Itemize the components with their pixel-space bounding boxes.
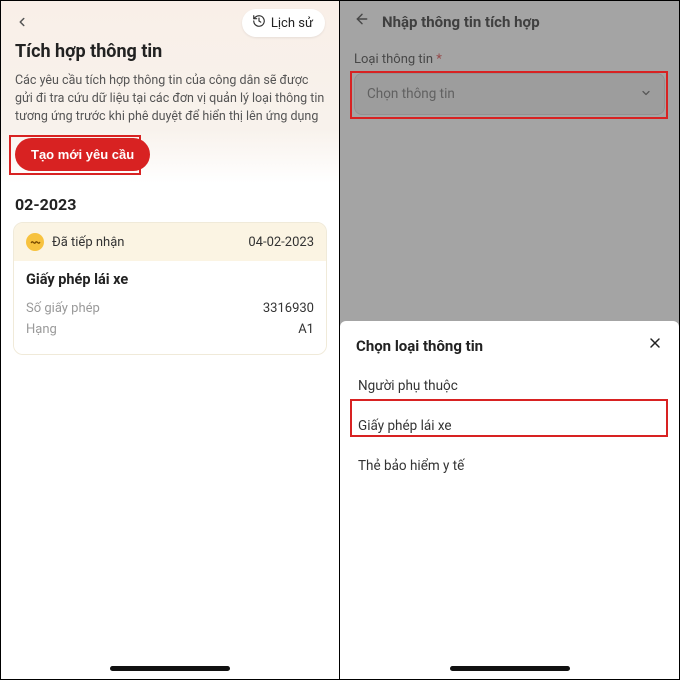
field-value: 3316930 xyxy=(263,301,314,316)
history-label: Lịch sử xyxy=(271,16,313,31)
create-request-button[interactable]: Tạo mới yêu cầu xyxy=(15,138,150,171)
history-icon xyxy=(252,14,266,32)
status-date: 04-02-2023 xyxy=(248,235,314,250)
screen-integration-info: Lịch sử Tích hợp thông tin Các yêu cầu t… xyxy=(1,1,340,679)
option-item[interactable]: Người phụ thuộc xyxy=(356,366,663,406)
close-icon[interactable] xyxy=(647,335,663,356)
field-label: Hạng xyxy=(26,322,57,337)
home-indicator[interactable] xyxy=(110,666,230,671)
field-label: Số giấy phép xyxy=(26,301,100,316)
history-button[interactable]: Lịch sử xyxy=(242,9,325,37)
home-indicator[interactable] xyxy=(450,666,570,671)
page-title: Tích hợp thông tin xyxy=(15,41,325,62)
card-header: Đã tiếp nhận 04-02-2023 xyxy=(14,223,326,261)
bottom-sheet: Chọn loại thông tin Người phụ thuộc Giấy… xyxy=(340,321,679,679)
status-text: Đã tiếp nhận xyxy=(52,235,124,250)
status-icon xyxy=(26,233,44,251)
page-description: Các yêu cầu tích hợp thông tin của công … xyxy=(15,72,325,126)
option-item[interactable]: Thẻ bảo hiểm y tế xyxy=(356,446,663,486)
screen-enter-integration-info: Nhập thông tin tích hợp Loại thông tin *… xyxy=(340,1,679,679)
card-body: Giấy phép lái xe Số giấy phép 3316930 Hạ… xyxy=(14,261,326,354)
header-area: Lịch sử Tích hợp thông tin Các yêu cầu t… xyxy=(1,1,339,183)
sheet-title: Chọn loại thông tin xyxy=(356,337,483,355)
table-row: Hạng A1 xyxy=(26,319,314,340)
option-item[interactable]: Giấy phép lái xe xyxy=(356,406,663,446)
month-heading: 02-2023 xyxy=(1,183,339,222)
card-title: Giấy phép lái xe xyxy=(26,271,314,288)
request-card[interactable]: Đã tiếp nhận 04-02-2023 Giấy phép lái xe… xyxy=(13,222,327,355)
table-row: Số giấy phép 3316930 xyxy=(26,298,314,319)
back-icon[interactable] xyxy=(15,14,29,33)
field-value: A1 xyxy=(298,322,314,337)
